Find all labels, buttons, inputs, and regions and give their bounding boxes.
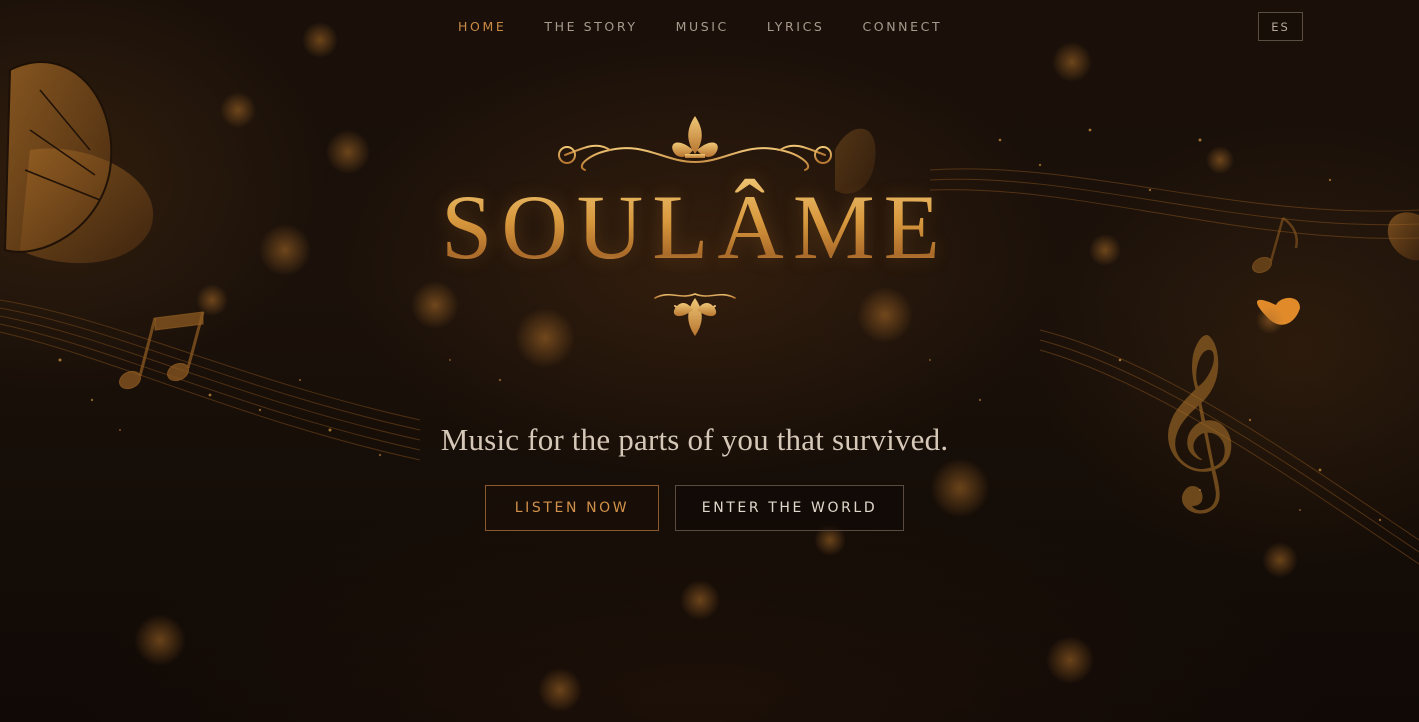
language-toggle-button[interactable]: ES [1258, 12, 1303, 41]
top-navigation: HOME THE STORY MUSIC LYRICS CONNECT ES [0, 0, 1419, 54]
butterfly-icon [1256, 297, 1300, 334]
hero-tagline: Music for the parts of you that survived… [440, 422, 949, 457]
enter-the-world-button[interactable]: ENTER THE WORLD [675, 485, 904, 531]
logo-wordmark: SOULÂME [405, 172, 985, 282]
nav-item-lyrics[interactable]: LYRICS [767, 19, 825, 34]
nav-item-home[interactable]: HOME [458, 19, 506, 34]
background-decoration: 𝄞 [0, 22, 1419, 712]
music-note-icon [1251, 216, 1298, 274]
fleur-de-lis-icon [673, 298, 717, 336]
fleur-de-lis-icon [672, 116, 718, 158]
listen-now-button[interactable]: LISTEN NOW [485, 485, 659, 531]
nav-item-connect[interactable]: CONNECT [862, 19, 942, 34]
nav-links: HOME THE STORY MUSIC LYRICS CONNECT [458, 19, 980, 34]
nav-item-music[interactable]: MUSIC [676, 19, 729, 34]
butterfly-icon [3, 61, 154, 264]
brand-logo: SOULÂME [405, 110, 985, 345]
nav-item-the-story[interactable]: THE STORY [544, 19, 637, 34]
butterfly-icon [1387, 212, 1419, 261]
